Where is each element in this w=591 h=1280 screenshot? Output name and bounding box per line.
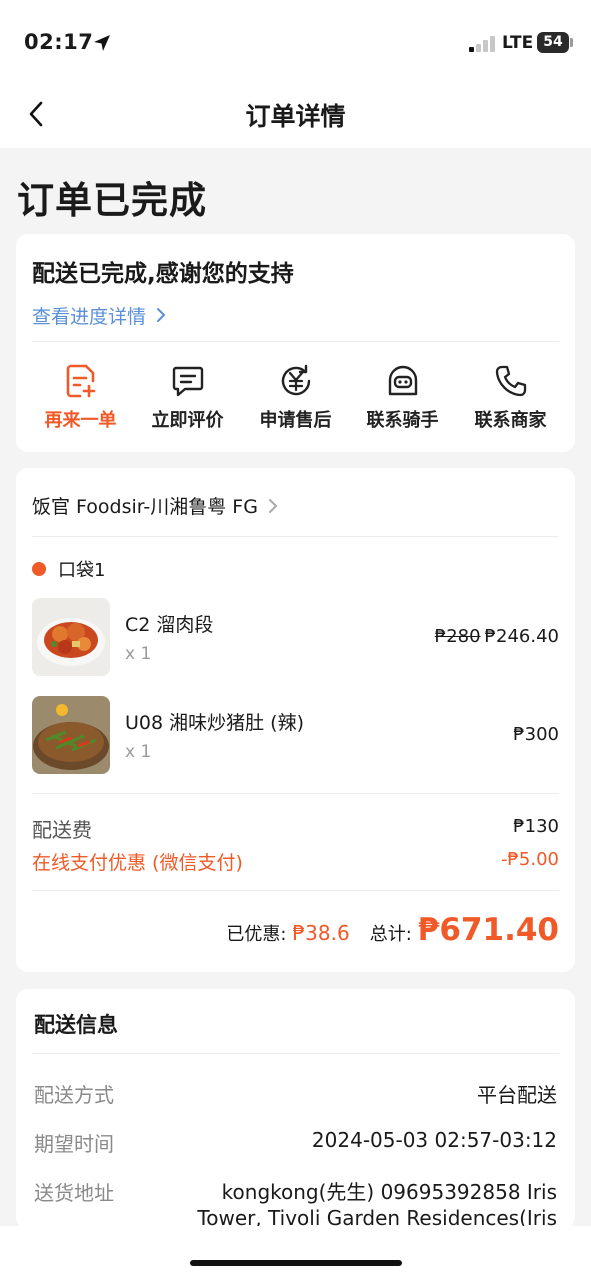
total-value: ₱671.40	[417, 912, 559, 948]
item-thumbnail	[32, 696, 110, 774]
delivery-fee-value: ₱130	[513, 816, 559, 837]
item-thumbnail	[32, 598, 110, 676]
item-price: ₱246.40	[484, 626, 559, 647]
delivery-status-card: 配送已完成,感谢您的支持 查看进度详情 再来一单 立即评价 申请售后 联系骑手 …	[16, 234, 575, 452]
progress-link-label: 查看进度详情	[32, 306, 147, 328]
order-status-heading: 订单已完成	[17, 179, 207, 222]
bottom-area	[0, 1226, 591, 1280]
divider	[32, 793, 559, 794]
total-label: 总计:	[369, 924, 412, 945]
item-quantity: x 1	[125, 742, 152, 762]
delivery-method-label: 配送方式	[34, 1083, 114, 1107]
payment-discount-value: -₱5.00	[500, 849, 559, 870]
rider-icon	[388, 365, 417, 396]
home-indicator[interactable]	[190, 1260, 402, 1266]
divider	[32, 341, 559, 342]
page-title: 订单详情	[245, 102, 346, 131]
progress-details-link[interactable]: 查看进度详情	[32, 302, 166, 329]
review-label: 立即评价	[151, 410, 224, 431]
total-row: 已优惠: ₱38.6 总计: ₱671.40	[226, 912, 559, 948]
bag-label: 口袋1	[58, 560, 106, 581]
contact-merchant-button[interactable]: 联系商家	[457, 362, 564, 432]
delivery-fee-label: 配送费	[32, 818, 92, 842]
network-type: LTE	[502, 33, 534, 53]
after-sales-label: 申请售后	[259, 410, 332, 431]
reorder-button[interactable]: 再来一单	[27, 362, 134, 432]
battery-icon: 54	[537, 32, 569, 53]
action-row: 再来一单 立即评价 申请售后 联系骑手 联系商家	[16, 362, 575, 442]
reorder-label: 再来一单	[44, 410, 117, 431]
order-item[interactable]: C2 溜肉段 x 1 ₱280 ₱246.40	[32, 598, 559, 678]
expected-time-label: 期望时间	[34, 1132, 114, 1156]
order-item[interactable]: U08 湘味炒猪肚 (辣) x 1 ₱300	[32, 696, 559, 776]
location-arrow-icon	[94, 35, 110, 51]
item-quantity: x 1	[125, 644, 152, 664]
item-price-group: ₱280 ₱246.40	[435, 626, 559, 647]
bag-header: 口袋1	[32, 556, 105, 582]
phone-icon	[495, 365, 526, 397]
after-sales-icon	[281, 364, 310, 396]
divider	[32, 1053, 559, 1054]
divider	[32, 536, 559, 537]
shop-name: 饭官 Foodsir-川湘鲁粤 FG	[32, 496, 258, 518]
review-button[interactable]: 立即评价	[134, 362, 241, 432]
chevron-right-icon	[157, 308, 166, 322]
item-name: C2 溜肉段	[125, 614, 214, 636]
chevron-right-icon	[268, 498, 278, 513]
item-name: U08 湘味炒猪肚 (辣)	[125, 712, 304, 734]
divider	[32, 890, 559, 891]
bag-dot-icon	[32, 562, 46, 576]
saved-label: 已优惠:	[226, 924, 287, 945]
after-sales-button[interactable]: 申请售后	[242, 362, 349, 432]
review-icon	[172, 366, 203, 397]
payment-discount-label: 在线支付优惠 (微信支付)	[32, 852, 243, 874]
saved-value: ₱38.6	[292, 921, 350, 945]
delivery-message: 配送已完成,感谢您的支持	[32, 261, 294, 287]
expected-time-value: 2024-05-03 02:57-03:12	[311, 1128, 557, 1152]
nav-bar: 订单详情	[0, 80, 591, 148]
contact-rider-button[interactable]: 联系骑手	[349, 362, 456, 432]
reorder-icon	[66, 364, 95, 398]
status-bar: 02:17 LTE 54	[0, 0, 591, 80]
item-original-price: ₱280	[434, 626, 481, 647]
signal-icon	[469, 36, 499, 52]
address-label: 送货地址	[34, 1181, 114, 1205]
contact-rider-label: 联系骑手	[366, 410, 439, 431]
contact-merchant-label: 联系商家	[474, 410, 547, 431]
status-time: 02:17	[24, 30, 94, 54]
order-items-card: 饭官 Foodsir-川湘鲁粤 FG 口袋1 C2 溜肉段 x 1 ₱280 ₱…	[16, 468, 575, 972]
battery-tip	[570, 38, 573, 47]
item-price: ₱300	[513, 724, 559, 745]
shop-link[interactable]: 饭官 Foodsir-川湘鲁粤 FG	[32, 492, 278, 519]
delivery-method-value: 平台配送	[477, 1083, 557, 1107]
delivery-info-card: 配送信息 配送方式 平台配送 期望时间 2024-05-03 02:57-03:…	[16, 989, 575, 1231]
address-value[interactable]: kongkong(先生) 09695392858 Iris Tower, Tiv…	[177, 1179, 557, 1231]
delivery-info-title: 配送信息	[34, 1013, 118, 1037]
